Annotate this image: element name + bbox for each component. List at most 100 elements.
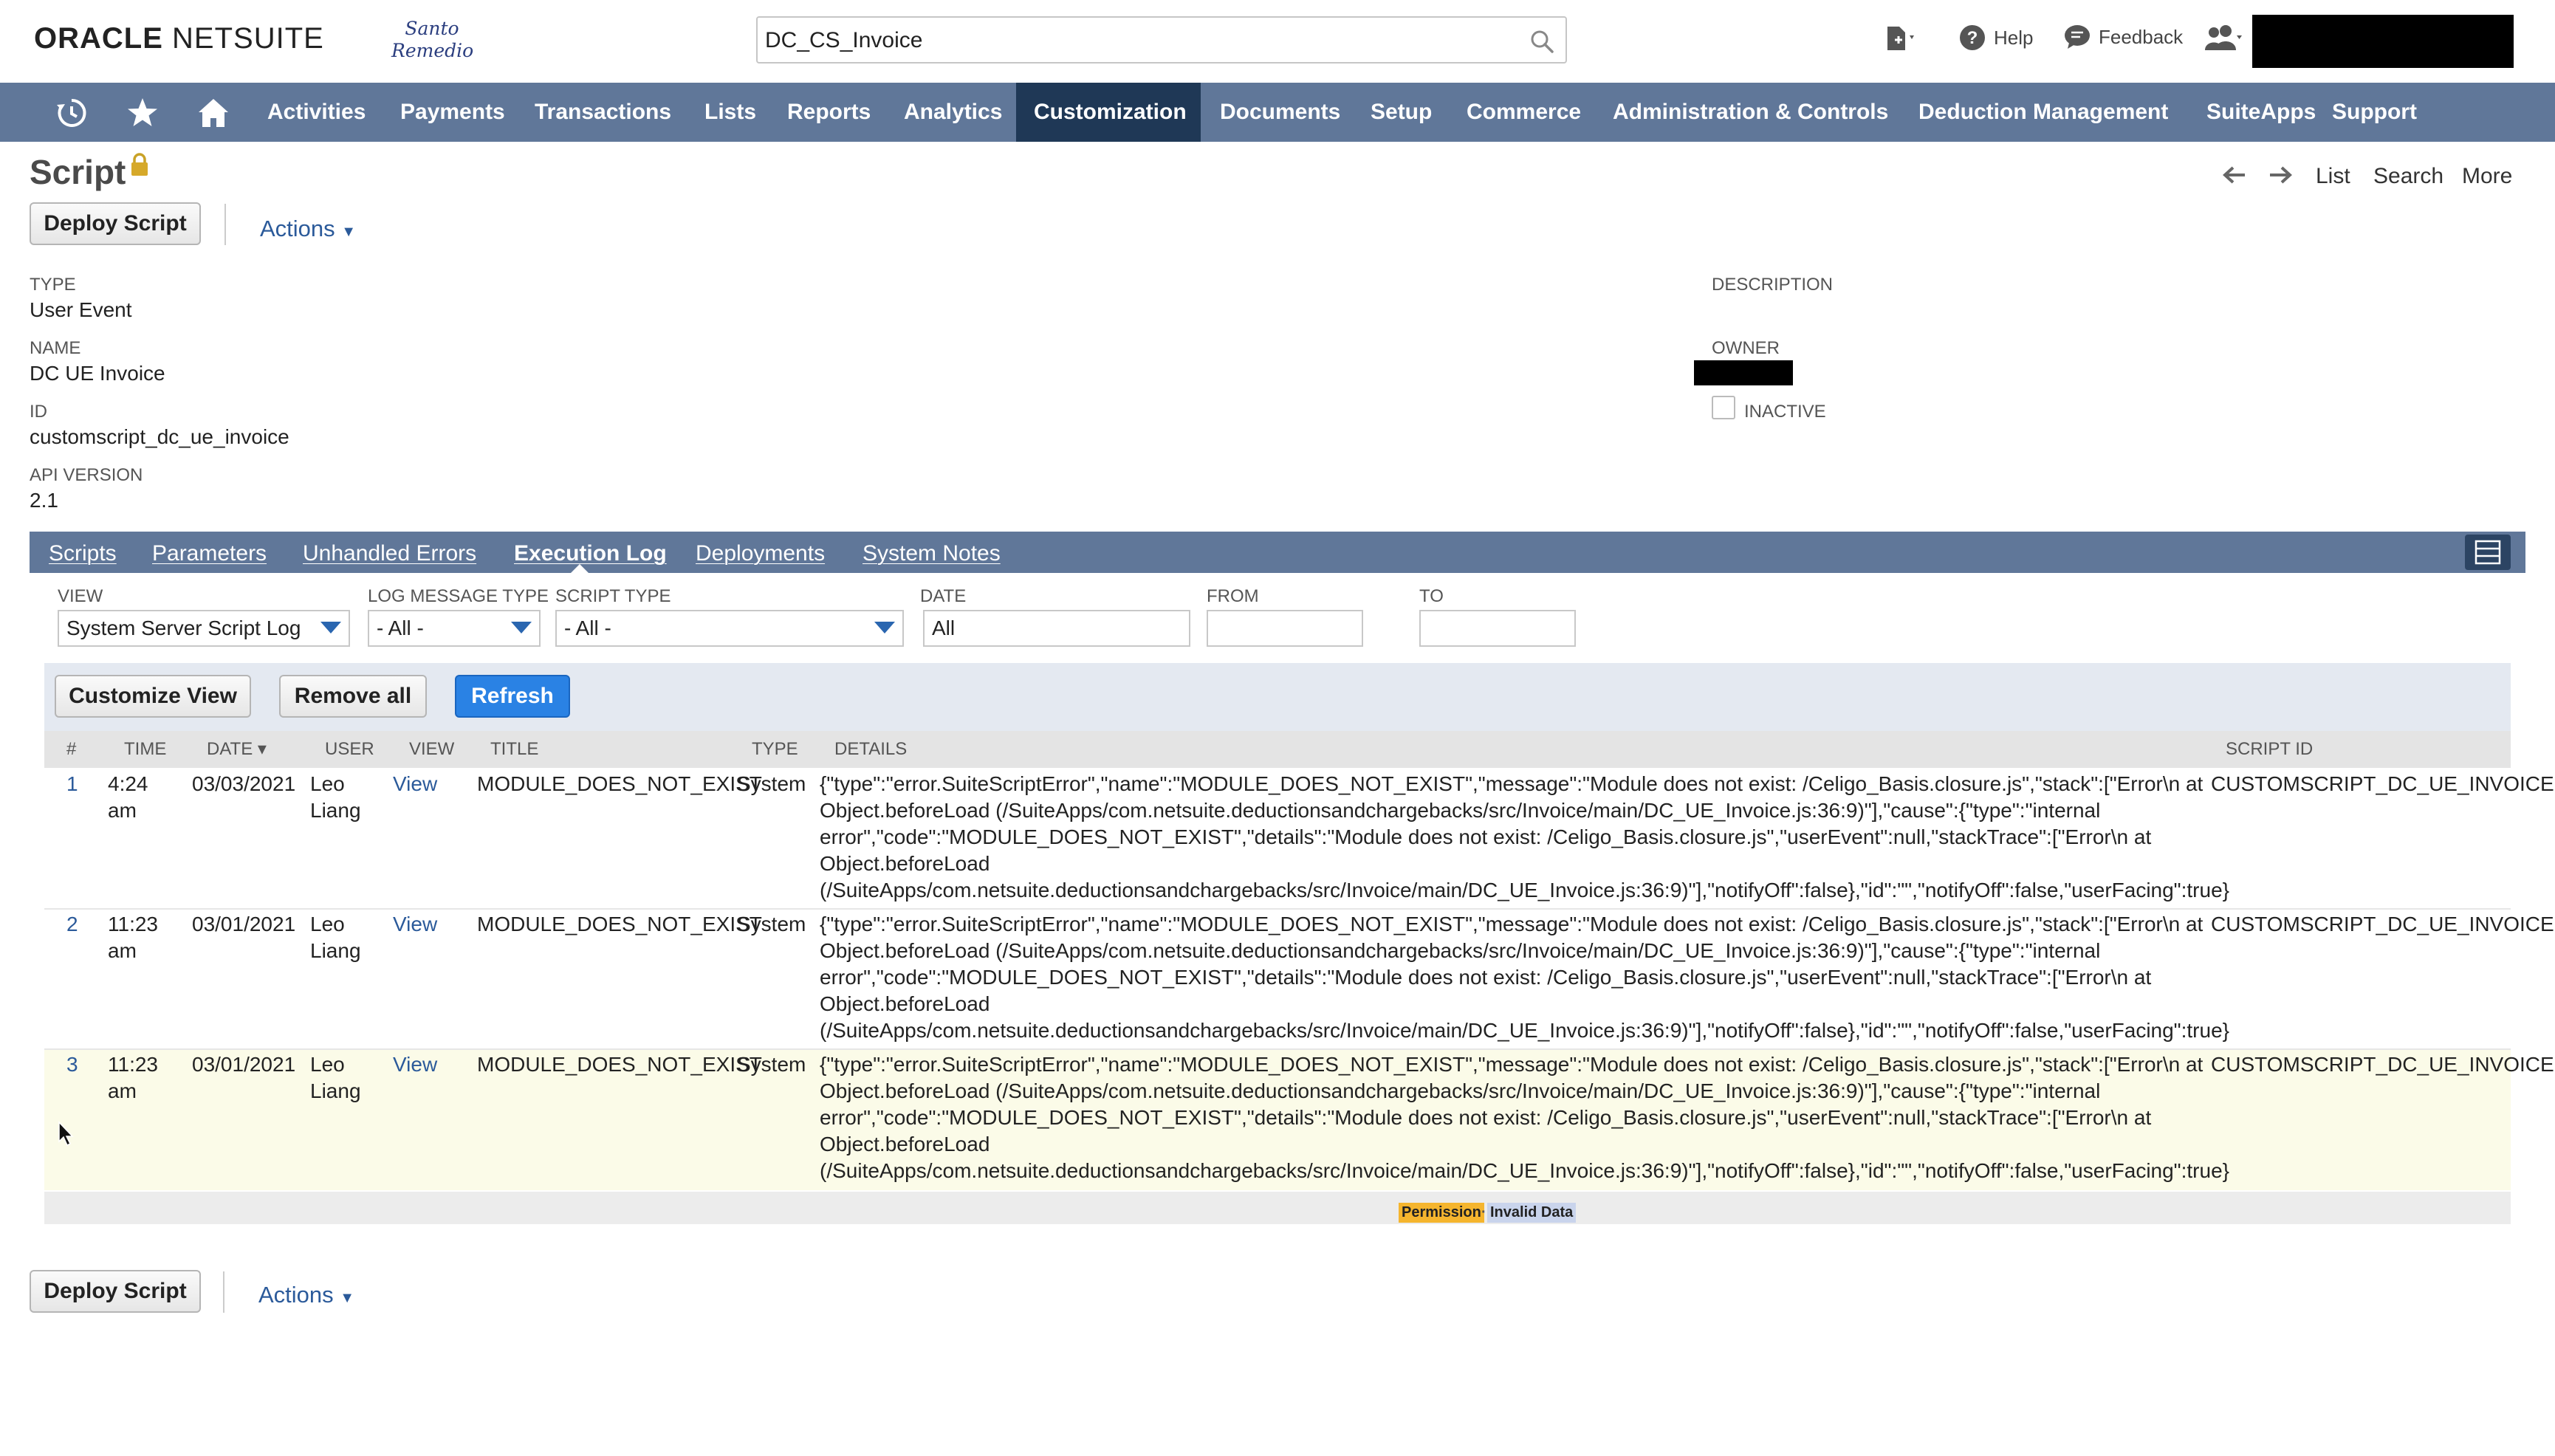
from-date-input[interactable] (1207, 610, 1363, 647)
col-script-id[interactable]: Script ID (2226, 731, 2313, 768)
customize-view-button[interactable]: Customize View (55, 675, 251, 718)
nav-activities[interactable]: Activities (250, 83, 383, 142)
subtab-bar: Scripts Parameters Unhandled Errors Exec… (30, 532, 2525, 573)
row-date: 03/03/2021 (192, 772, 296, 795)
nav-payments[interactable]: Payments (383, 83, 523, 142)
row-time: 11:23 am (108, 913, 158, 962)
create-new-menu[interactable] (1882, 24, 1917, 53)
row-title: MODULE_DOES_NOT_EXIST (477, 913, 762, 935)
script-type-filter-label: Script Type (555, 586, 671, 606)
nav-transactions[interactable]: Transactions (517, 83, 689, 142)
home-icon[interactable] (196, 96, 230, 130)
col-type[interactable]: Type (752, 731, 798, 768)
invalid-data-badge[interactable]: Invalid Data (1487, 1203, 1577, 1223)
api-version-label: API Version (30, 465, 143, 485)
nav-administration-controls[interactable]: Administration & Controls (1595, 83, 1906, 142)
log-type-filter-select[interactable]: - All - (368, 610, 541, 647)
log-type-filter-value: - All - (377, 617, 424, 639)
inactive-checkbox[interactable] (1712, 396, 1735, 419)
actions-menu-bottom[interactable]: Actions ▼ (258, 1282, 354, 1308)
svg-text:?: ? (1967, 28, 1978, 48)
table-row: 2 11:23 am 03/01/2021 Leo Liang View MODUL… (44, 910, 2554, 1048)
actions-menu[interactable]: Actions ▼ (260, 216, 356, 242)
recent-icon[interactable] (55, 96, 89, 130)
row-view-link[interactable]: View (393, 911, 437, 938)
row-number[interactable]: 1 (66, 771, 78, 797)
view-filter-value: System Server Script Log (66, 617, 301, 639)
cursor-icon (58, 1121, 74, 1147)
netsuite-logo[interactable]: ORACLE NETSUITE (34, 22, 324, 55)
tab-deployments[interactable]: Deployments (696, 532, 825, 573)
row-title: MODULE_DOES_NOT_EXIST (477, 772, 762, 795)
role-menu[interactable] (2204, 24, 2243, 53)
tab-system-notes[interactable]: System Notes (862, 532, 1001, 573)
nav-customization[interactable]: Customization (1016, 83, 1201, 142)
nav-deduction-management[interactable]: Deduction Management (1901, 83, 2186, 142)
nav-reports[interactable]: Reports (769, 83, 888, 142)
to-filter-label: To (1419, 586, 1444, 606)
lock-icon (131, 153, 148, 176)
owner-value-redacted (1694, 360, 1793, 385)
global-search-input[interactable] (765, 24, 1503, 58)
more-link[interactable]: More (2462, 164, 2512, 189)
list-link[interactable]: List (2316, 164, 2350, 189)
refresh-button[interactable]: Refresh (455, 675, 570, 718)
global-search[interactable] (756, 16, 1567, 63)
deploy-script-button[interactable]: Deploy Script (30, 202, 201, 245)
type-label: Type (30, 275, 76, 295)
star-icon[interactable] (126, 96, 160, 130)
script-type-filter-select[interactable]: - All - (555, 610, 904, 647)
date-filter-input[interactable]: All (923, 610, 1190, 647)
tab-unhandled-errors[interactable]: Unhandled Errors (303, 532, 476, 573)
nav-analytics[interactable]: Analytics (886, 83, 1020, 142)
tab-execution-log[interactable]: Execution Log (514, 532, 667, 573)
row-script-id: CUSTOMSCRIPT_DC_UE_INVOICE (2211, 772, 2554, 795)
user-account-redacted[interactable] (2252, 15, 2514, 68)
layout-icon[interactable] (2465, 535, 2511, 570)
feedback-link[interactable]: Feedback (2063, 24, 2183, 50)
tab-scripts[interactable]: Scripts (49, 532, 117, 573)
row-view-link[interactable]: View (393, 771, 437, 797)
col-view[interactable]: View (409, 731, 454, 768)
arrow-right-icon[interactable] (2268, 164, 2294, 186)
row-time: 4:24 am (108, 772, 148, 822)
nav-support[interactable]: Support (2314, 83, 2435, 142)
row-view-link[interactable]: View (393, 1051, 437, 1078)
to-date-input[interactable] (1419, 610, 1576, 647)
help-icon: ? (1960, 25, 1985, 50)
view-filter-select[interactable]: System Server Script Log (58, 610, 350, 647)
col-number[interactable]: # (66, 731, 76, 768)
toolbar-divider (223, 1271, 224, 1313)
script-type-filter-value: - All - (564, 617, 611, 639)
col-user[interactable]: User (325, 731, 374, 768)
col-time[interactable]: Time (124, 731, 166, 768)
row-date: 03/01/2021 (192, 913, 296, 935)
search-link[interactable]: Search (2373, 164, 2443, 189)
nav-documents[interactable]: Documents (1202, 83, 1358, 142)
tab-parameters[interactable]: Parameters (152, 532, 267, 573)
help-link[interactable]: ? Help (1958, 24, 2033, 52)
row-title: MODULE_DOES_NOT_EXIST (477, 1053, 762, 1076)
row-script-id: CUSTOMSCRIPT_DC_UE_INVOICE (2211, 913, 2554, 935)
col-date[interactable]: Date ▾ (207, 731, 267, 768)
deploy-script-button-bottom[interactable]: Deploy Script (30, 1270, 201, 1313)
nav-suiteapps[interactable]: SuiteApps (2189, 83, 2333, 142)
col-details[interactable]: Details (834, 731, 907, 768)
list-footer (44, 1192, 2511, 1224)
row-details: {"type":"error.SuiteScriptError","name":… (820, 772, 2230, 902)
arrow-left-icon[interactable] (2221, 164, 2246, 186)
nav-setup[interactable]: Setup (1353, 83, 1450, 142)
permission-badge[interactable]: Permission (1399, 1203, 1484, 1223)
api-version-value: 2.1 (30, 489, 58, 512)
row-number[interactable]: 2 (66, 911, 78, 938)
remove-all-button[interactable]: Remove all (279, 675, 427, 718)
nav-lists[interactable]: Lists (687, 83, 774, 142)
nav-commerce[interactable]: Commerce (1449, 83, 1599, 142)
col-title[interactable]: Title (490, 731, 538, 768)
active-tab-indicator (571, 564, 589, 573)
search-icon[interactable] (1529, 28, 1555, 55)
row-number[interactable]: 3 (66, 1051, 78, 1078)
list-header: # Time Date ▾ User View Title Type Detai… (44, 731, 2511, 768)
row-details: {"type":"error.SuiteScriptError","name":… (820, 913, 2230, 1042)
doc-add-icon (1887, 27, 1914, 50)
